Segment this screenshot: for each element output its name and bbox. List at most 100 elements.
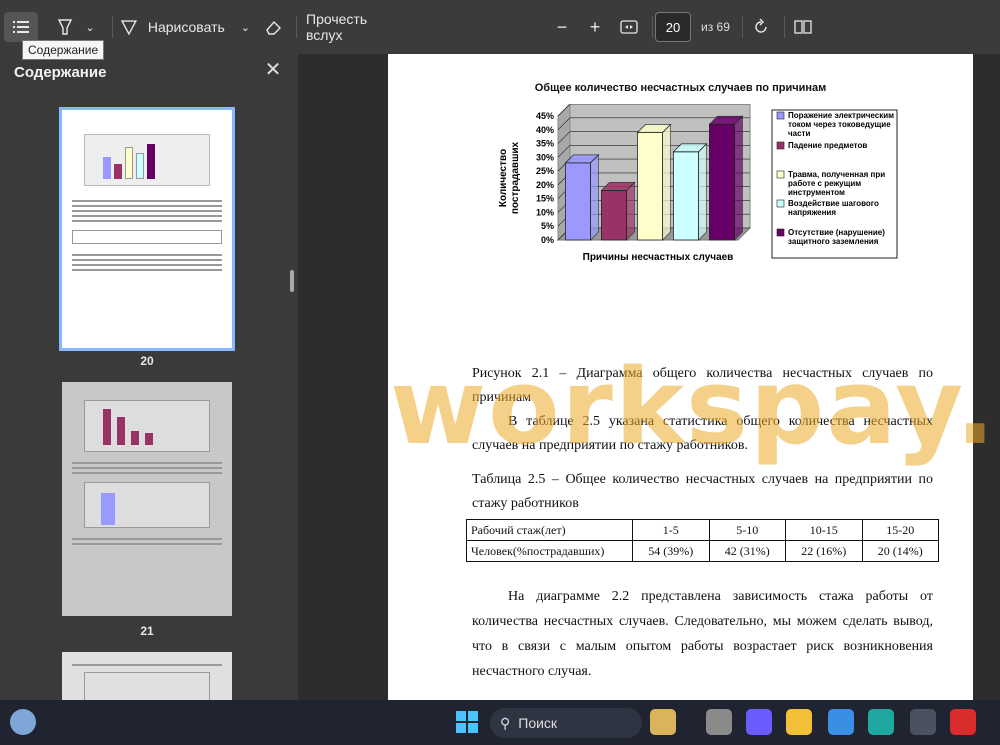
table-cell: Рабочий стаж(лет) (466, 519, 633, 541)
thumbnail-chart-preview (84, 482, 210, 528)
table-caption: Таблица 2.5 – Общее количество несчастны… (472, 472, 933, 511)
bar-side (626, 181, 635, 241)
teams-icon[interactable] (746, 709, 772, 735)
legend-swatch (776, 141, 785, 150)
table-cell: 54 (39%) (632, 540, 710, 562)
chevron-down-icon: ⌄ (85, 21, 95, 34)
document-view: Общее количество несчастных случаев по п… (298, 54, 1000, 700)
read-aloud-button[interactable]: Прочесть вслух (306, 11, 406, 43)
table-cell: 10-15 (785, 519, 863, 541)
weather-icon[interactable] (10, 709, 36, 735)
search-icon: ⚲ (500, 714, 511, 731)
draw-button[interactable]: Нарисовать ⌄ (120, 11, 250, 43)
thumbnail-chart-preview (84, 134, 210, 186)
bar-side (662, 123, 671, 241)
table-cell: 22 (16%) (785, 540, 863, 562)
widgets-icon[interactable] (650, 709, 676, 735)
pdf-reader-window: Содержание ⌄ Нарисовать ⌄ Прочесть вслух… (0, 0, 1000, 745)
page-thumbnail-20[interactable] (59, 107, 235, 351)
task-view-icon[interactable] (706, 709, 732, 735)
bar (637, 132, 663, 241)
thumbnail-chart-preview (84, 400, 210, 452)
table-cell: 20 (14%) (861, 540, 939, 562)
chart-title: Общее количество несчастных случаев по п… (534, 82, 827, 94)
toolbar: Содержание ⌄ Нарисовать ⌄ Прочесть вслух… (0, 0, 1000, 60)
bar (709, 123, 735, 241)
highlight-button[interactable]: ⌄ (50, 11, 102, 43)
y-tick-label: 45% (536, 111, 554, 121)
file-explorer-icon[interactable] (786, 709, 812, 735)
sidebar-scrollbar[interactable] (290, 270, 294, 292)
legend-swatch (776, 199, 785, 208)
table-cell: 42 (31%) (708, 540, 786, 562)
y-tick-label: 15% (536, 194, 554, 204)
taskbar-search[interactable]: ⚲ Поиск (490, 708, 642, 738)
watermark: workspay.ru (390, 346, 1000, 468)
zoom-out-button[interactable]: − (550, 11, 574, 43)
book-icon (794, 20, 812, 34)
minus-icon: − (556, 16, 568, 37)
y-tick-label: 40% (536, 125, 554, 135)
y-tick-label: 0% (541, 235, 554, 245)
fit-page-button[interactable] (616, 11, 642, 43)
eraser-icon (266, 20, 281, 35)
sidebar-title: Содержание (14, 64, 107, 81)
table-cell: 15-20 (861, 519, 939, 541)
rotate-icon (755, 18, 767, 33)
y-axis-label: Количествопострадавших (498, 141, 521, 214)
bar (601, 190, 627, 241)
table-cell: 5-10 (708, 519, 786, 541)
bar-side (698, 142, 707, 241)
list-icon (13, 21, 29, 33)
table-cell: 1-5 (632, 519, 710, 541)
page-total: из 69 (701, 20, 730, 34)
edge-icon[interactable] (868, 709, 894, 735)
taskbar: ⚲ Поиск (0, 700, 1000, 745)
y-tick-label: 20% (536, 180, 554, 190)
paragraph-2: На диаграмме 2.2 представлена зависимост… (472, 589, 933, 679)
page-thumbnail-22[interactable] (62, 652, 232, 700)
y-tick-label: 35% (536, 139, 554, 149)
table-cell: Человек(%пострадавших) (466, 540, 633, 562)
close-icon[interactable]: ✕ (262, 60, 284, 82)
y-tick-label: 10% (536, 207, 554, 217)
toolbar-divider (296, 16, 297, 38)
legend-swatch (776, 170, 785, 179)
read-aloud-label: Прочесть вслух (306, 11, 368, 43)
rotate-button[interactable] (748, 11, 774, 43)
bar-side (590, 153, 599, 241)
table-row: Человек(%пострадавших) 54 (39%) 42 (31%)… (466, 540, 939, 562)
y-tick-label: 25% (536, 166, 554, 176)
contents-button[interactable] (4, 12, 38, 42)
wps-office-icon[interactable] (950, 709, 976, 735)
seniority-table: Рабочий стаж(лет) 1-5 5-10 10-15 15-20 Ч… (466, 519, 939, 562)
thumbnail-label-20: 20 (140, 354, 154, 368)
bar (565, 162, 591, 241)
bar-chart: 0% 5% 10% 15% 20% 25% 30% 35% 40% 45% Количествопо… (498, 104, 898, 263)
search-label: Поиск (518, 715, 558, 731)
pen-icon (120, 20, 138, 36)
toolbar-divider (742, 16, 743, 38)
toolbar-divider (784, 16, 785, 38)
toolbar-divider (112, 16, 113, 38)
x-axis-label: Причины несчастных случаев (583, 252, 734, 263)
app-icon[interactable] (910, 709, 936, 735)
legend-swatch (776, 228, 785, 237)
legend-label: Отсутствие (нарушение) защитного заземлен… (788, 228, 885, 246)
toolbar-divider (652, 16, 653, 38)
bar (673, 151, 699, 241)
two-page-button[interactable] (790, 11, 816, 43)
zoom-in-button[interactable]: + (583, 11, 607, 43)
highlighter-icon (58, 19, 73, 35)
draw-label: Нарисовать (147, 19, 225, 35)
y-tick-label: 30% (536, 152, 554, 162)
chevron-down-icon: ⌄ (240, 21, 250, 34)
contents-sidebar: Содержание ✕ 20 21 (0, 54, 298, 700)
store-icon[interactable] (828, 709, 854, 735)
eraser-button[interactable] (260, 11, 286, 43)
page-thumbnail-21[interactable] (62, 382, 232, 616)
contents-tooltip: Содержание (22, 40, 105, 60)
thumbnail-label-21: 21 (140, 624, 154, 638)
windows-start-icon[interactable] (454, 709, 480, 735)
page-number-input[interactable]: 20 (655, 12, 691, 42)
